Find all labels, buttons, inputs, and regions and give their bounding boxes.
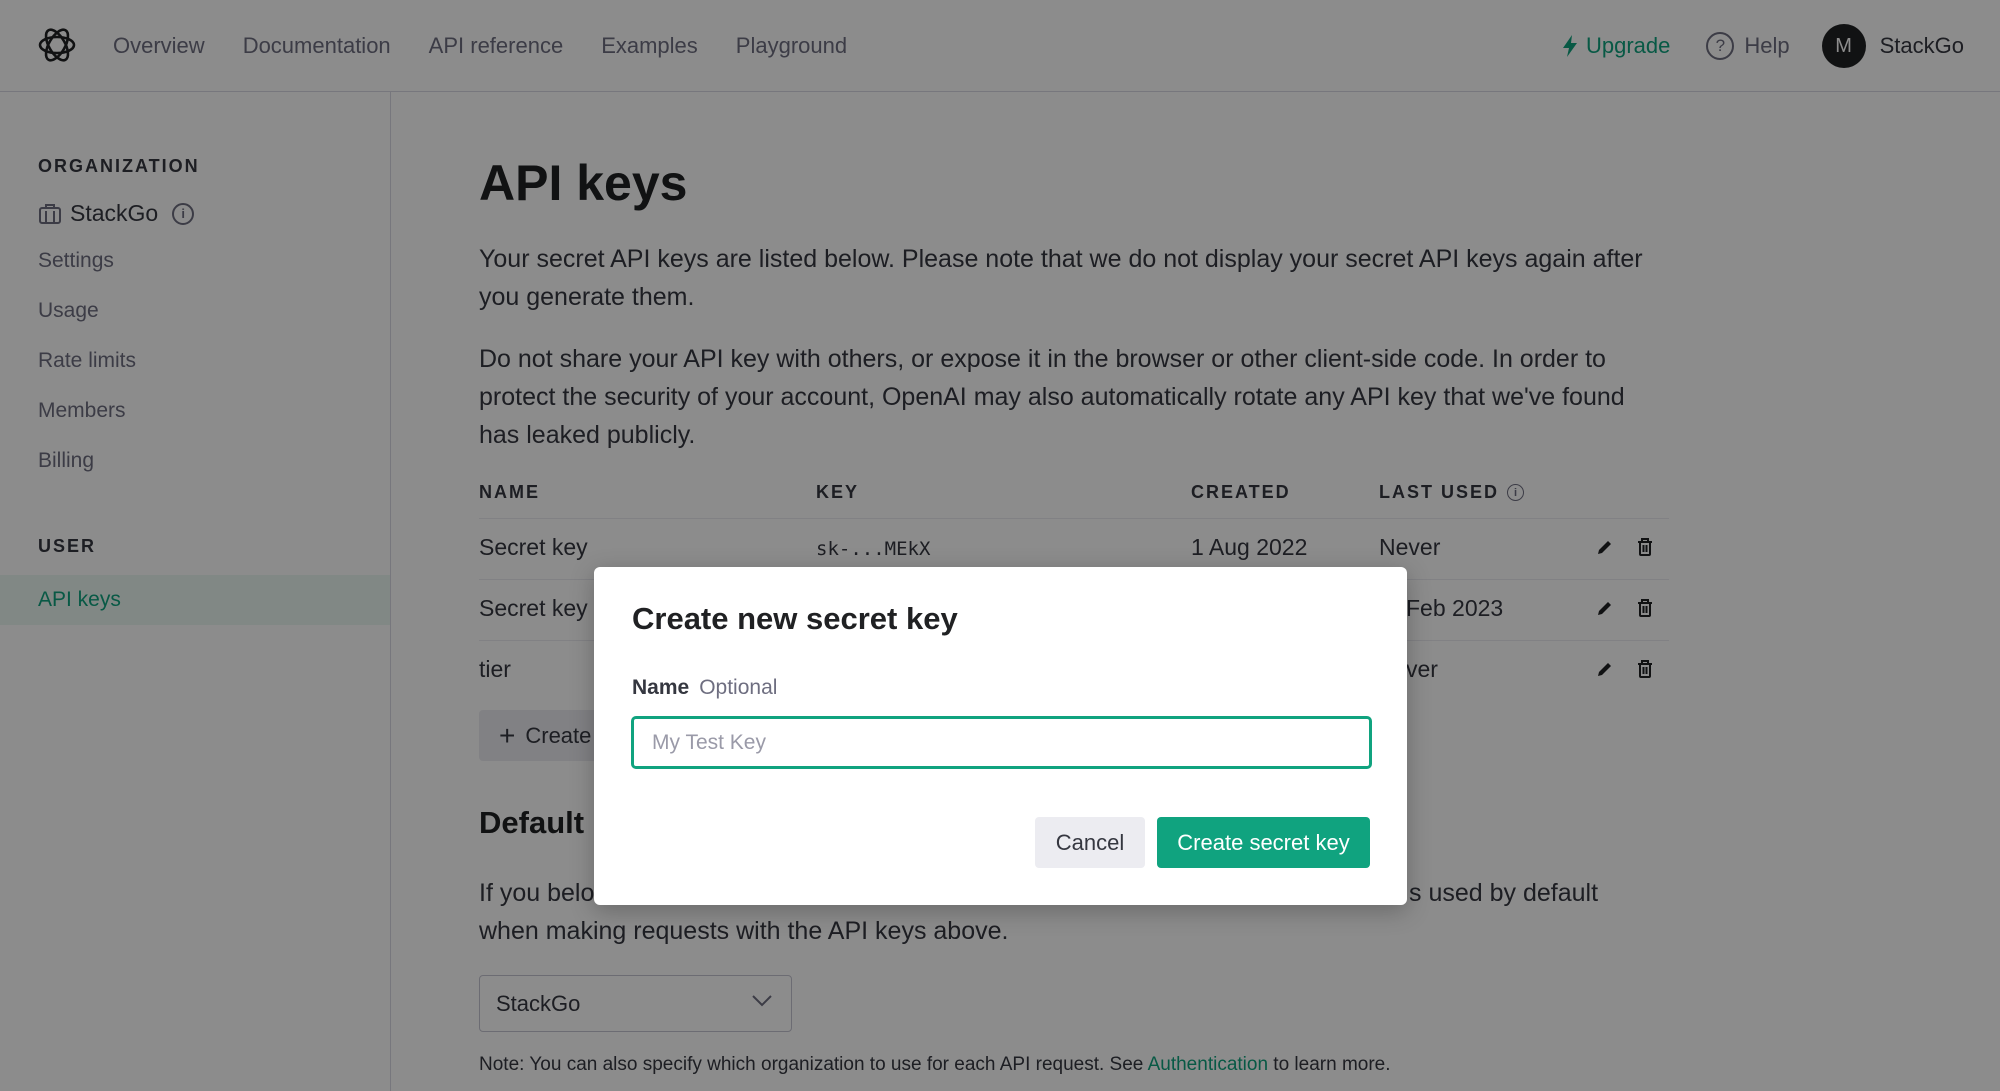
create-secret-key-button[interactable]: Create secret key (1157, 817, 1370, 868)
key-name-input[interactable] (631, 716, 1372, 769)
cancel-button[interactable]: Cancel (1035, 817, 1145, 868)
dialog-title: Create new secret key (632, 601, 958, 636)
create-key-dialog: Create new secret key Name Optional Cance… (594, 567, 1407, 905)
name-field-label: Name Optional (632, 676, 777, 700)
name-label: Name (632, 676, 690, 699)
modal-backdrop[interactable] (0, 0, 2000, 1091)
optional-label: Optional (699, 676, 778, 699)
